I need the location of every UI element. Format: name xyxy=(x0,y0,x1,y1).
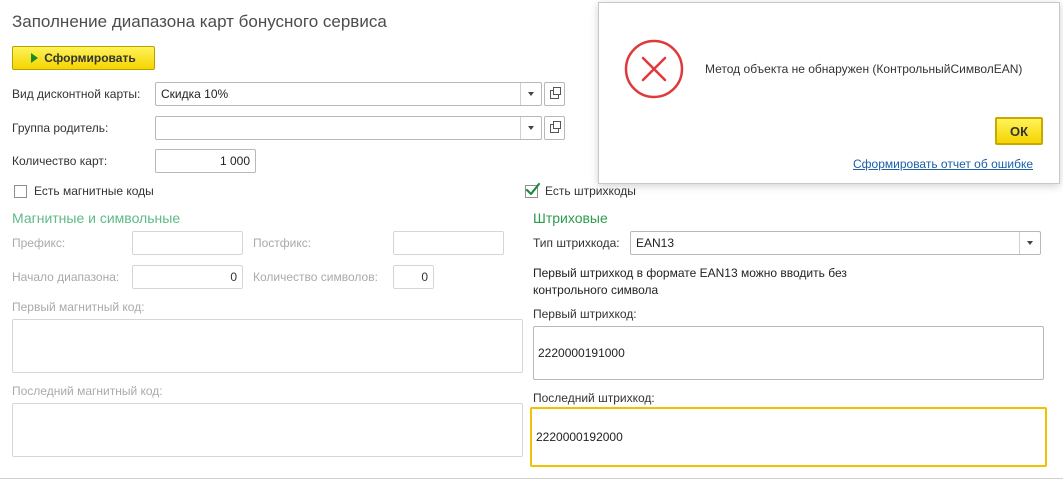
bottom-divider xyxy=(0,478,1063,479)
barcode-hint: Первый штрихкод в формате EAN13 можно вв… xyxy=(533,266,847,297)
barcodes-section-title: Штриховые xyxy=(533,210,608,226)
chevron-down-icon[interactable] xyxy=(1019,232,1040,254)
form-button-label: Сформировать xyxy=(44,51,136,65)
barcodes-checkbox-label[interactable]: Есть штрихкоды xyxy=(545,184,636,198)
page-title: Заполнение диапазона карт бонусного серв… xyxy=(12,12,387,31)
parent-group-select[interactable] xyxy=(155,116,542,140)
symbol-count-input[interactable]: 0 xyxy=(393,265,434,289)
last-magnetic-code-input[interactable] xyxy=(12,403,523,457)
first-barcode-input[interactable]: 2220000191000 xyxy=(533,326,1044,380)
symbol-count-value: 0 xyxy=(421,270,428,284)
range-start-label: Начало диапазона: xyxy=(12,270,120,284)
prefix-label: Префикс: xyxy=(12,236,66,250)
last-barcode-label: Последний штрихкод: xyxy=(533,391,655,405)
card-count-label: Количество карт: xyxy=(12,154,108,168)
parent-group-label: Группа родитель: xyxy=(12,121,109,135)
last-magnetic-code-label: Последний магнитный код: xyxy=(12,384,163,398)
error-icon xyxy=(624,39,684,99)
magnetic-codes-checkbox-label[interactable]: Есть магнитные коды xyxy=(34,184,154,198)
card-count-value: 1 000 xyxy=(219,154,250,168)
chevron-down-icon[interactable] xyxy=(520,83,541,105)
magnetic-section-title: Магнитные и символьные xyxy=(12,210,181,226)
last-barcode-input[interactable]: 2220000192000 xyxy=(530,407,1047,467)
card-type-select[interactable]: Скидка 10% xyxy=(155,82,542,106)
postfix-label: Постфикс: xyxy=(253,236,312,250)
magnetic-codes-checkbox[interactable] xyxy=(14,185,27,198)
error-report-link[interactable]: Сформировать отчет об ошибке xyxy=(853,157,1033,171)
check-icon xyxy=(525,182,541,196)
card-type-value: Скидка 10% xyxy=(161,87,229,101)
barcode-type-select[interactable]: EAN13 xyxy=(630,231,1041,255)
barcode-type-value: EAN13 xyxy=(636,236,675,250)
range-start-input[interactable]: 0 xyxy=(132,265,243,289)
ok-button[interactable]: ОК xyxy=(995,117,1043,145)
range-start-value: 0 xyxy=(230,270,237,284)
first-magnetic-code-label: Первый магнитный код: xyxy=(12,300,145,314)
error-dialog: Метод объекта не обнаружен (КонтрольныйС… xyxy=(598,2,1060,184)
card-type-label: Вид дисконтной карты: xyxy=(12,87,141,101)
first-barcode-label: Первый штрихкод: xyxy=(533,307,637,321)
first-magnetic-code-input[interactable] xyxy=(12,319,523,373)
play-icon xyxy=(31,53,39,63)
card-type-open-button[interactable] xyxy=(544,82,565,106)
prefix-input[interactable] xyxy=(132,231,243,255)
barcode-type-label: Тип штрихкода: xyxy=(533,236,620,250)
card-count-input[interactable]: 1 000 xyxy=(155,149,256,173)
open-icon xyxy=(550,120,561,133)
last-barcode-value: 2220000192000 xyxy=(536,430,623,444)
chevron-down-icon[interactable] xyxy=(520,117,541,139)
open-icon xyxy=(550,86,561,99)
parent-group-open-button[interactable] xyxy=(544,116,565,140)
form-button[interactable]: Сформировать xyxy=(12,46,155,70)
first-barcode-value: 2220000191000 xyxy=(538,346,625,360)
error-message: Метод объекта не обнаружен (КонтрольныйС… xyxy=(705,62,1023,76)
symbol-count-label: Количество символов: xyxy=(253,270,378,284)
postfix-input[interactable] xyxy=(393,231,504,255)
barcodes-checkbox[interactable] xyxy=(525,182,541,198)
